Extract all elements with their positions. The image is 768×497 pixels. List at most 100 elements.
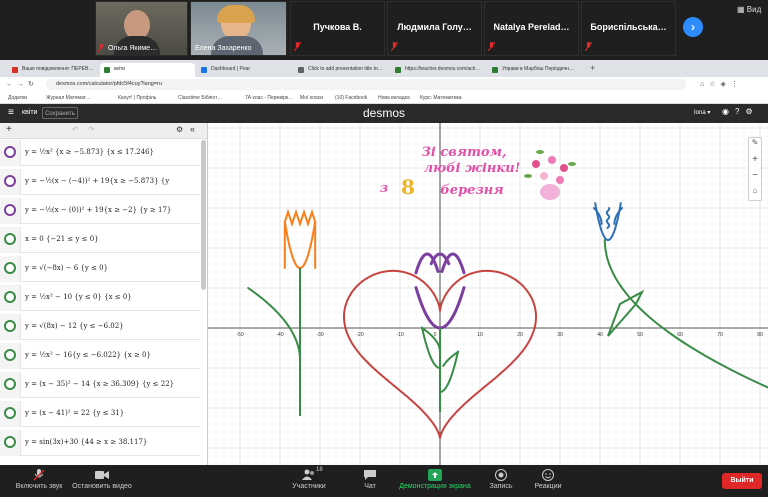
expression-latex[interactable]: y = ½x² {x ≥ −5.873} {x ≤ 17.246}	[25, 148, 154, 156]
star-icon[interactable]: ☆	[709, 81, 720, 88]
expression-index[interactable]	[0, 343, 21, 369]
graph-style-icon[interactable]	[4, 320, 16, 332]
home-icon[interactable]: ⌂	[749, 186, 761, 202]
expression-latex[interactable]: y = −½(x − (−4))² + 19{x ≥ −5.873} {y	[25, 177, 169, 185]
expression-row[interactable]: y = ½x² − 10 {y ≤ 0} {x ≤ 0}	[0, 285, 200, 311]
globe-icon[interactable]: ◉	[722, 107, 735, 116]
browser-tab[interactable]: Click to add presentation title to…	[294, 63, 389, 77]
expression-row[interactable]: y = −½(x − (0))² + 19{x ≥ −2} {y ≥ 17}	[0, 198, 200, 224]
graph-canvas[interactable]: -50 -40 -30 -20 -10 0 10 20 30 40 50 60 70 80 Зі свято…	[208, 123, 768, 465]
expression-index[interactable]	[0, 430, 21, 456]
bookmark-item[interactable]: Додатки	[8, 95, 27, 101]
participant-tile[interactable]: Людмила Голу…	[387, 1, 482, 56]
next-page-button[interactable]: ›	[683, 17, 703, 37]
view-button[interactable]: ▦ Вид	[737, 5, 761, 14]
translate-icon[interactable]: ⌂	[700, 81, 709, 88]
graph-title[interactable]: квіти	[22, 109, 37, 116]
expression-scrollbar[interactable]	[201, 140, 206, 290]
graph-style-icon[interactable]	[4, 175, 16, 187]
redo-icon[interactable]: ↷	[88, 125, 95, 134]
expression-index[interactable]	[0, 372, 21, 398]
expression-row[interactable]: y = √(8x) − 12 {y ≤ −6.02}	[0, 314, 200, 340]
expression-latex[interactable]: y = sin(3x)+30 {44 ≥ x ≥ 38.117}	[25, 438, 147, 446]
graph-style-icon[interactable]	[4, 436, 16, 448]
nav-buttons[interactable]: ←→↻	[6, 80, 38, 88]
participants-button[interactable]: Участники	[286, 469, 332, 490]
expression-index[interactable]	[0, 401, 21, 427]
participant-video[interactable]: Ольга Якиме…	[95, 1, 188, 56]
extensions-icon[interactable]: ◈	[721, 81, 731, 88]
expression-latex[interactable]: y = (x − 41)² = 22 {y ≤ 31}	[25, 409, 124, 417]
bookmark-item[interactable]: Classtime Бібліот…	[178, 95, 222, 101]
url-field[interactable]: desmos.com/calculator/pfdc5f4cuy?lang=ru	[46, 79, 686, 90]
browser-tab[interactable]: Dashboard | Pear	[197, 63, 292, 77]
participant-video[interactable]: Елена Захаренко	[190, 1, 287, 56]
hamburger-menu-icon[interactable]: ≡	[8, 107, 14, 118]
expression-latex[interactable]: y = ½x² − 16{y ≤ −6.022} {x ≥ 0}	[25, 351, 151, 359]
graph-style-icon[interactable]	[4, 146, 16, 158]
graph-style-icon[interactable]	[4, 204, 16, 216]
graph-style-icon[interactable]	[4, 349, 16, 361]
browser-tab-active[interactable]: квіти	[100, 63, 195, 77]
expression-latex[interactable]: y = (x − 35)² − 14 {x ≥ 36.309} {y ≤ 22}	[25, 380, 174, 388]
menu-icon[interactable]: ⋮	[731, 81, 743, 88]
settings-icon[interactable]: ⚙	[176, 125, 183, 134]
back-icon[interactable]: ←	[6, 81, 17, 88]
graph-style-icon[interactable]	[4, 407, 16, 419]
participant-tile[interactable]: Бориспільська…	[581, 1, 676, 56]
bookmark-item[interactable]: Нова вкладка	[378, 95, 410, 101]
expression-index[interactable]	[0, 314, 21, 340]
expression-row[interactable]: y = (x − 35)² − 14 {x ≥ 36.309} {y ≤ 22}	[0, 372, 200, 398]
help-icon[interactable]: ?	[735, 107, 745, 116]
record-button[interactable]: Запись	[485, 469, 517, 490]
wrench-icon[interactable]: ✎	[749, 138, 761, 154]
expression-index[interactable]	[0, 256, 21, 282]
expression-latex[interactable]: y = −½(x − (0))² + 19{x ≥ −2} {y ≥ 17}	[25, 206, 171, 214]
browser-tab[interactable]: Ваше повідомлення: ПЕРЕВ…	[8, 63, 98, 77]
save-button[interactable]: Сохранить	[42, 107, 78, 119]
forward-icon[interactable]: →	[17, 81, 28, 88]
collapse-panel-icon[interactable]: «	[190, 124, 195, 134]
expression-latex[interactable]: x = 0 {−21 ≤ y ≤ 0}	[25, 235, 99, 243]
bookmark-item[interactable]: (10) Facebook	[335, 95, 367, 101]
new-tab-button[interactable]: +	[590, 63, 595, 73]
stop-video-button[interactable]: Остановить видео	[68, 469, 136, 490]
zoom-in-icon[interactable]: +	[749, 154, 761, 170]
graph-style-icon[interactable]	[4, 378, 16, 390]
expression-index[interactable]	[0, 169, 21, 195]
expression-row[interactable]: y = (x − 41)² = 22 {y ≤ 31}	[0, 401, 200, 427]
participant-tile[interactable]: Natalya Perelad…	[484, 1, 579, 56]
settings-icon[interactable]: ⚙	[745, 107, 758, 116]
browser-tab[interactable]: Управи в Марбош Періодичн…	[488, 63, 583, 77]
graph-style-icon[interactable]	[4, 291, 16, 303]
expression-latex[interactable]: y = ½x² − 10 {y ≤ 0} {x ≤ 0}	[25, 293, 132, 301]
user-menu[interactable]: Iona ▾	[694, 109, 710, 116]
expression-row[interactable]: y = ½x² − 16{y ≤ −6.022} {x ≥ 0}	[0, 343, 200, 369]
expression-latex[interactable]: y = √(8x) − 12 {y ≤ −6.02}	[25, 322, 124, 330]
bookmark-item[interactable]: Кахут! | Профіль	[118, 95, 156, 101]
expression-row[interactable]: y = sin(3x)+30 {44 ≥ x ≥ 38.117}	[0, 430, 200, 456]
reload-icon[interactable]: ↻	[28, 81, 38, 88]
expression-row[interactable]: x = 0 {−21 ≤ y ≤ 0}	[0, 227, 200, 253]
share-screen-button[interactable]: Демонстрация экрана	[396, 469, 474, 490]
participant-tile[interactable]: Пучкова В.	[290, 1, 385, 56]
expression-index[interactable]	[0, 285, 21, 311]
expression-index[interactable]	[0, 198, 21, 224]
graph-style-icon[interactable]	[4, 233, 16, 245]
bookmark-item[interactable]: 7А клас - Перевірк…	[245, 95, 293, 101]
graph-style-icon[interactable]	[4, 262, 16, 274]
bookmark-item[interactable]: Мої класи	[300, 95, 323, 101]
exit-button[interactable]: Выйти	[722, 473, 762, 489]
expression-latex[interactable]: y = √(−8x) − 6 {y ≤ 0}	[25, 264, 108, 272]
browser-tab[interactable]: https://teacher.desmos.com/acti…	[391, 63, 486, 77]
expression-row[interactable]: y = ½x² {x ≥ −5.873} {x ≤ 17.246}	[0, 140, 200, 166]
bookmark-item[interactable]: Журнал Математ…	[46, 95, 91, 101]
reactions-button[interactable]: Реакции	[530, 469, 566, 490]
undo-icon[interactable]: ↶	[72, 125, 79, 134]
unmute-button[interactable]: Включить звук	[8, 469, 70, 490]
expression-row[interactable]: y = √(−8x) − 6 {y ≤ 0}	[0, 256, 200, 282]
zoom-out-icon[interactable]: −	[749, 170, 761, 186]
expression-row[interactable]: y = −½(x − (−4))² + 19{x ≥ −5.873} {y	[0, 169, 200, 195]
expression-index[interactable]	[0, 227, 21, 253]
bookmark-item[interactable]: Курс: Математика	[420, 95, 462, 101]
